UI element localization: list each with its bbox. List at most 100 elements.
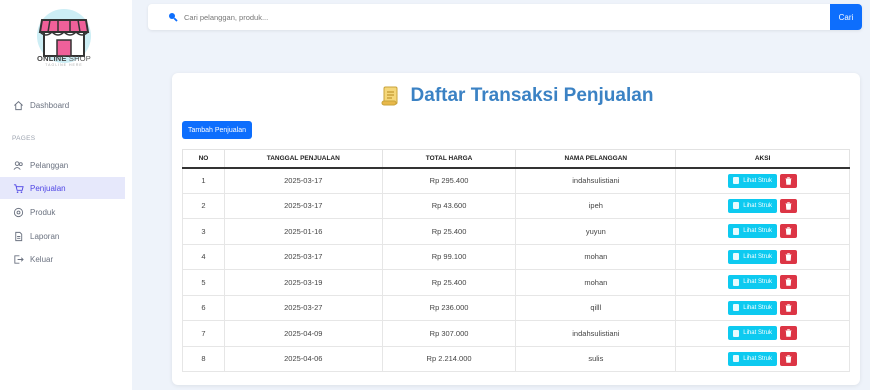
table-header-row: NO TANGGAL PENJUALAN TOTAL HARGA NAMA PE… [182, 149, 850, 169]
sale-date: 2025-03-27 [223, 294, 383, 321]
column-header: TOTAL HARGA [381, 149, 517, 169]
view-receipt-button[interactable]: Lihat Struk [728, 326, 777, 341]
delete-button[interactable] [779, 326, 797, 341]
brand-name: ONLINE SHOP [37, 54, 91, 63]
file-icon [733, 278, 740, 286]
view-receipt-label: Lihat Struk [743, 279, 772, 286]
cart-icon [12, 182, 25, 195]
sidebar-section-label: PAGES [12, 135, 36, 142]
total-price: Rp 25.400 [381, 218, 517, 245]
delete-button[interactable] [779, 275, 797, 290]
view-receipt-label: Lihat Struk [743, 177, 772, 184]
row-number: 4 [182, 243, 225, 270]
table-row: 4 2025-03-17 Rp 99.100 mohan Lihat Struk [182, 243, 850, 270]
total-price: Rp 295.400 [381, 167, 517, 194]
row-number: 6 [182, 294, 225, 321]
view-receipt-button[interactable]: Lihat Struk [728, 249, 777, 264]
view-receipt-button[interactable]: Lihat Struk [728, 351, 777, 366]
sidebar-item-label: Keluar [30, 254, 54, 264]
trash-icon [785, 329, 792, 338]
transactions-table: NO TANGGAL PENJUALAN TOTAL HARGA NAMA PE… [182, 149, 850, 372]
table-row: 1 2025-03-17 Rp 295.400 indahsulistiani Liha… [182, 167, 850, 194]
sale-date: 2025-03-17 [223, 192, 383, 219]
customer-name: mohan [515, 269, 677, 296]
file-icon [733, 253, 740, 261]
trash-icon [785, 252, 792, 261]
delete-button[interactable] [779, 173, 797, 188]
sale-date: 2025-04-06 [223, 345, 383, 372]
table-row: 7 2025-04-09 Rp 307.000 indahsulistiani Liha… [182, 320, 850, 347]
search-input[interactable] [184, 9, 824, 25]
customer-name: indahsulistiani [515, 167, 677, 194]
sidebar-item-dashboard[interactable]: Dashboard [0, 94, 125, 116]
add-sale-button[interactable]: Tambah Penjualan [182, 121, 252, 139]
table-row: 3 2025-01-16 Rp 25.400 yuyun Lihat Struk [182, 218, 850, 245]
view-receipt-button[interactable]: Lihat Struk [728, 173, 777, 188]
table-row: 2 2025-03-17 Rp 43.600 ipeh Lihat Struk [182, 192, 850, 219]
total-price: Rp 236.000 [381, 294, 517, 321]
trash-icon [785, 354, 792, 363]
view-receipt-button[interactable]: Lihat Struk [728, 300, 777, 315]
total-price: Rp 25.400 [381, 269, 517, 296]
brand-tagline: TAGLINE HERE [45, 63, 83, 67]
row-number: 3 [182, 218, 225, 245]
row-actions: Lihat Struk [675, 294, 850, 321]
row-actions: Lihat Struk [675, 167, 850, 194]
view-receipt-button[interactable]: Lihat Struk [728, 275, 777, 290]
row-number: 1 [182, 167, 225, 194]
total-price: Rp 43.600 [381, 192, 517, 219]
document-icon [12, 230, 25, 243]
delete-button[interactable] [779, 224, 797, 239]
view-receipt-button[interactable]: Lihat Struk [728, 198, 777, 213]
file-icon [733, 355, 740, 363]
trash-icon [785, 303, 792, 312]
sale-date: 2025-01-16 [223, 218, 383, 245]
customer-name: qilll [515, 294, 677, 321]
file-icon [733, 227, 740, 235]
row-number: 8 [182, 345, 225, 372]
sidebar-item-penjualan[interactable]: Penjualan [0, 177, 125, 199]
table-row: 8 2025-04-06 Rp 2.214.000 sulis Lihat Struk [182, 345, 850, 372]
column-header: AKSI [675, 149, 850, 169]
scroll-icon [381, 86, 398, 106]
search-button[interactable]: Cari [830, 4, 862, 30]
sidebar-item-label: Pelanggan [30, 160, 69, 170]
box-icon [12, 206, 25, 219]
sidebar-item-label: Penjualan [30, 183, 66, 193]
row-actions: Lihat Struk [675, 218, 850, 245]
table-row: 5 2025-03-19 Rp 25.400 mohan Lihat Struk [182, 269, 850, 296]
file-icon [733, 177, 740, 184]
total-price: Rp 2.214.000 [381, 345, 517, 372]
customer-name: yuyun [515, 218, 677, 245]
file-icon [733, 304, 740, 312]
column-header: NO [182, 149, 225, 169]
search-bar: Cari [148, 4, 862, 30]
delete-button[interactable] [779, 249, 797, 264]
logout-icon [12, 253, 25, 266]
sale-date: 2025-04-09 [223, 320, 383, 347]
delete-button[interactable] [779, 198, 797, 213]
table-row: 6 2025-03-27 Rp 236.000 qilll Lihat Struk [182, 294, 850, 321]
sidebar-item-keluar[interactable]: Keluar [0, 248, 125, 270]
trash-icon [785, 201, 792, 210]
sidebar-item-pelanggan[interactable]: Pelanggan [0, 154, 125, 176]
row-actions: Lihat Struk [675, 243, 850, 270]
view-receipt-label: Lihat Struk [743, 228, 772, 235]
page-title: Daftar Transaksi Penjualan [172, 85, 860, 107]
sidebar-item-laporan[interactable]: Laporan [0, 225, 125, 247]
view-receipt-button[interactable]: Lihat Struk [728, 224, 777, 239]
view-receipt-label: Lihat Struk [743, 304, 772, 311]
view-receipt-label: Lihat Struk [743, 253, 772, 260]
column-header: TANGGAL PENJUALAN [223, 149, 383, 169]
sale-date: 2025-03-19 [223, 269, 383, 296]
file-icon [733, 202, 740, 210]
trash-icon [785, 278, 792, 287]
total-price: Rp 307.000 [381, 320, 517, 347]
sidebar-item-produk[interactable]: Produk [0, 201, 125, 223]
customer-name: ipeh [515, 192, 677, 219]
view-receipt-label: Lihat Struk [743, 355, 772, 362]
search-icon [169, 13, 178, 22]
delete-button[interactable] [779, 300, 797, 315]
delete-button[interactable] [779, 351, 797, 366]
row-actions: Lihat Struk [675, 192, 850, 219]
